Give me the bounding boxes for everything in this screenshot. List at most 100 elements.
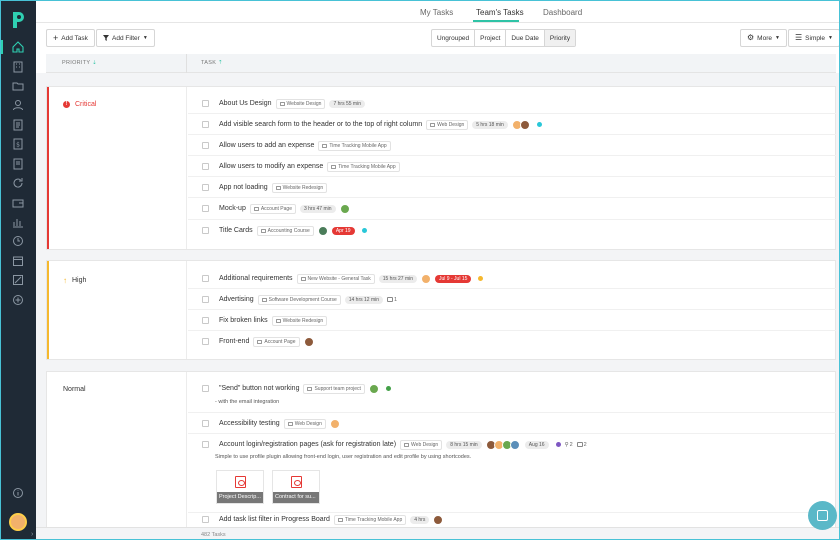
task-row[interactable]: Front-end Account Page xyxy=(188,331,836,353)
task-name[interactable]: Allow users to modify an expense xyxy=(219,163,323,170)
task-name[interactable]: Title Cards xyxy=(219,227,253,234)
pencil-icon[interactable] xyxy=(12,274,24,286)
more-button[interactable]: ⚙ More ▼ xyxy=(740,29,787,47)
task-name[interactable]: About Us Design xyxy=(219,100,272,107)
task-name[interactable]: Mock-up xyxy=(219,205,246,212)
project-tag[interactable]: Web Design xyxy=(400,439,443,450)
task-checkbox[interactable] xyxy=(202,100,209,107)
task-checkbox[interactable] xyxy=(202,296,209,303)
task-checkbox[interactable] xyxy=(202,441,209,448)
task-row[interactable]: Account login/registration pages (ask fo… xyxy=(188,434,836,513)
task-name[interactable]: Fix broken links xyxy=(219,317,268,324)
task-column-header[interactable]: TASK ⇡ xyxy=(201,60,223,66)
project-tag[interactable]: Support team project xyxy=(303,383,365,394)
calendar-icon[interactable] xyxy=(12,255,24,267)
avatar[interactable] xyxy=(433,514,444,525)
task-checkbox[interactable] xyxy=(202,385,209,392)
comments-count[interactable]: 2 xyxy=(576,442,587,448)
document-icon[interactable] xyxy=(12,119,24,131)
group-due-date[interactable]: Due Date xyxy=(506,30,545,46)
avatar[interactable] xyxy=(421,273,432,284)
project-tag[interactable]: Time Tracking Mobile App xyxy=(327,161,400,172)
task-name[interactable]: App not loading xyxy=(219,184,268,191)
avatar[interactable] xyxy=(329,418,340,429)
priority-column-header[interactable]: PRIORITY ⇣ xyxy=(62,60,97,66)
expand-sidebar-icon[interactable]: › xyxy=(31,531,33,538)
tab-my-tasks[interactable]: My Tasks xyxy=(420,8,453,17)
task-row[interactable]: About Us Design Website Design 7 hrs 55 … xyxy=(188,93,836,114)
refresh-icon[interactable] xyxy=(12,177,24,189)
task-checkbox[interactable] xyxy=(202,121,209,128)
wallet-icon[interactable] xyxy=(12,197,24,209)
add-task-button[interactable]: + Add Task xyxy=(46,29,95,47)
group-project[interactable]: Project xyxy=(475,30,507,46)
task-name[interactable]: Add task list filter in Progress Board xyxy=(219,516,330,523)
tab-dashboard[interactable]: Dashboard xyxy=(543,8,582,17)
task-checkbox[interactable] xyxy=(202,163,209,170)
task-checkbox[interactable] xyxy=(202,142,209,149)
task-row[interactable]: Additional requirements New Website - Ge… xyxy=(188,268,836,289)
task-row[interactable]: Title Cards Accounting Course Apr 19 xyxy=(188,220,836,242)
task-name[interactable]: "Send" button not working xyxy=(219,385,299,392)
task-name[interactable]: Accessibility testing xyxy=(219,420,280,427)
info-icon[interactable] xyxy=(12,487,24,499)
subtasks-count[interactable]: ⚲ 2 xyxy=(565,442,573,448)
project-tag[interactable]: Time Tracking Mobile App xyxy=(318,140,391,151)
attachment-thumbnail[interactable]: Contract for su... xyxy=(272,470,320,504)
task-checkbox[interactable] xyxy=(202,184,209,191)
task-row[interactable]: Advertising Software Development Course … xyxy=(188,289,836,310)
view-mode-button[interactable]: ☰ Simple ▼ xyxy=(788,29,839,47)
group-priority[interactable]: Priority xyxy=(544,30,576,46)
reports-chart-icon[interactable] xyxy=(12,216,24,228)
app-logo-icon[interactable] xyxy=(10,10,26,30)
project-tag[interactable]: Software Development Course xyxy=(257,294,341,305)
task-row[interactable]: Fix broken links Website Redesign xyxy=(188,310,836,331)
attachment-thumbnail[interactable]: Project Descrip... xyxy=(216,470,264,504)
avatar[interactable] xyxy=(339,203,350,214)
project-tag[interactable]: Web Design xyxy=(283,418,326,429)
task-checkbox[interactable] xyxy=(202,420,209,427)
task-row[interactable]: Allow users to modify an expense Time Tr… xyxy=(188,156,836,177)
avatar[interactable] xyxy=(317,225,328,236)
project-tag[interactable]: Website Redesign xyxy=(271,315,328,326)
project-tag[interactable]: Web Design xyxy=(426,119,469,130)
task-name[interactable]: Account login/registration pages (ask fo… xyxy=(219,441,396,448)
expense-icon[interactable] xyxy=(12,158,24,170)
task-checkbox[interactable] xyxy=(202,317,209,324)
task-checkbox[interactable] xyxy=(202,516,209,523)
task-checkbox[interactable] xyxy=(202,227,209,234)
chat-widget-button[interactable] xyxy=(808,501,837,530)
task-name[interactable]: Advertising xyxy=(219,296,254,303)
comments-count[interactable]: 1 xyxy=(387,297,397,303)
assignees[interactable] xyxy=(485,439,520,450)
task-row[interactable]: Accessibility testing Web Design xyxy=(188,413,836,434)
tab-teams-tasks[interactable]: Team's Tasks xyxy=(476,8,524,17)
avatar[interactable] xyxy=(303,336,314,347)
task-row[interactable]: Add visible search form to the header or… xyxy=(188,114,836,135)
user-avatar[interactable] xyxy=(9,513,27,531)
task-checkbox[interactable] xyxy=(202,275,209,282)
avatar[interactable] xyxy=(368,383,379,394)
add-filter-button[interactable]: Add Filter ▼ xyxy=(96,29,155,47)
task-name[interactable]: Additional requirements xyxy=(219,275,293,282)
task-row[interactable]: App not loading Website Redesign xyxy=(188,177,836,198)
task-row[interactable]: Mock-up Account Page 3 hrs 47 min xyxy=(188,198,836,220)
task-row[interactable]: Allow users to add an expense Time Track… xyxy=(188,135,836,156)
group-ungrouped[interactable]: Ungrouped xyxy=(432,30,476,46)
project-tag[interactable]: Account Page xyxy=(249,203,296,214)
task-name[interactable]: Front-end xyxy=(219,338,249,345)
building-icon[interactable] xyxy=(12,61,24,73)
project-tag[interactable]: New Website - General Task xyxy=(296,273,375,284)
folder-icon[interactable] xyxy=(12,80,24,92)
user-icon[interactable] xyxy=(12,99,24,111)
project-tag[interactable]: Website Redesign xyxy=(271,182,328,193)
project-tag[interactable]: Website Design xyxy=(275,98,326,109)
project-tag[interactable]: Time Tracking Mobile App xyxy=(333,514,407,525)
project-tag[interactable]: Accounting Course xyxy=(256,225,314,236)
task-checkbox[interactable] xyxy=(202,338,209,345)
task-row[interactable]: "Send" button not working Support team p… xyxy=(188,378,836,413)
add-circle-icon[interactable] xyxy=(12,294,24,306)
project-tag[interactable]: Account Page xyxy=(253,336,300,347)
clock-icon[interactable] xyxy=(12,235,24,247)
task-checkbox[interactable] xyxy=(202,205,209,212)
